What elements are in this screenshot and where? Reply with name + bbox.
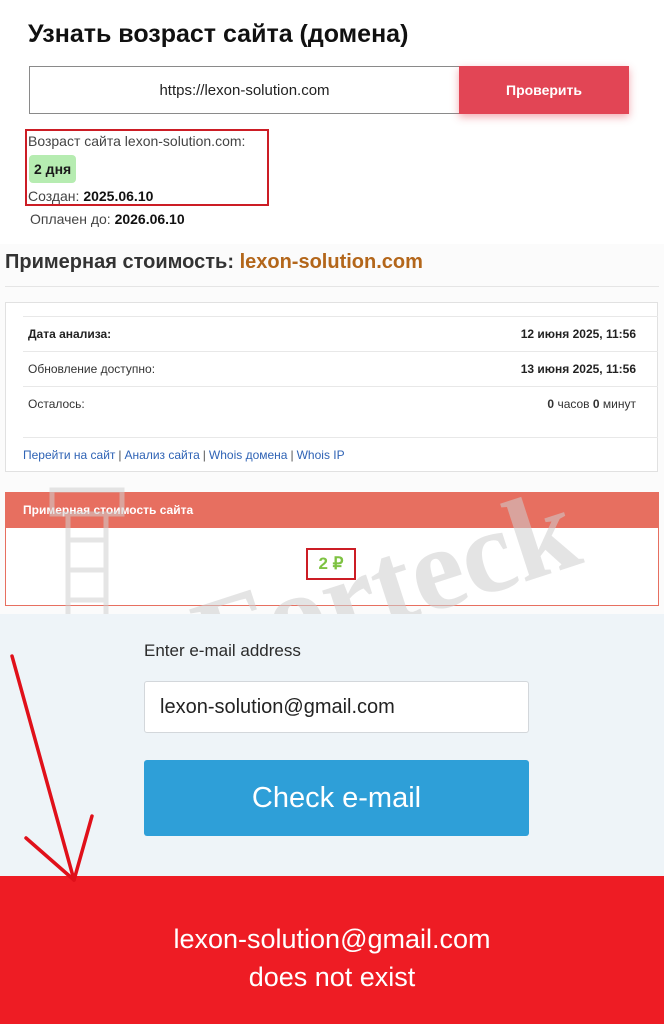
remaining-minutes: 0: [592, 397, 600, 411]
cost-heading-domain: lexon-solution.com: [239, 251, 423, 273]
paid-line: Оплачен до: 2026.06.10: [30, 211, 185, 227]
remaining-hours: 0: [547, 397, 555, 411]
update-value: 13 июня 2025, 11:56: [520, 362, 636, 376]
email-check-section: [0, 614, 664, 876]
age-label: Возраст сайта lexon-solution.com:: [28, 133, 246, 149]
created-value: 2025.06.10: [83, 188, 154, 204]
cost-heading-colon: :: [227, 251, 234, 273]
remaining-value: 0 часов 0 минут: [547, 397, 636, 411]
page-title: Узнать возраст сайта (домена): [28, 20, 409, 48]
email-label: Enter e-mail address: [144, 641, 301, 660]
link-whois-ip[interactable]: Whois IP: [297, 448, 345, 462]
email-result-banner: lexon-solution@gmail.com does not exist: [0, 876, 664, 1024]
email-input[interactable]: [144, 681, 529, 733]
analysis-date-label: Дата анализа:: [28, 327, 112, 341]
link-separator: |: [118, 448, 122, 462]
paid-label: Оплачен до:: [30, 211, 111, 227]
result-status: does not exist: [248, 962, 416, 992]
link-separator: |: [290, 448, 294, 462]
analysis-table: Дата анализа: 12 июня 2025, 11:56 Обновл…: [5, 302, 658, 472]
cost-heading: Примерная стоимость: lexon-solution.com: [5, 251, 423, 274]
price-value: 2 ₽: [306, 548, 356, 580]
divider: [23, 437, 658, 438]
link-whois-domain[interactable]: Whois домена: [209, 448, 288, 462]
paid-value: 2026.06.10: [114, 211, 185, 227]
result-email: lexon-solution@gmail.com: [173, 924, 491, 954]
created-label: Создан:: [28, 188, 80, 204]
remaining-minutes-unit: минут: [602, 397, 636, 411]
link-site-analysis[interactable]: Анализ сайта: [125, 448, 200, 462]
domain-url-value: https://lexon-solution.com: [159, 81, 330, 99]
check-email-button[interactable]: Check e-mail: [144, 760, 529, 836]
divider: [5, 286, 659, 287]
age-badge: 2 дня: [29, 155, 77, 183]
domain-url-input[interactable]: https://lexon-solution.com: [29, 66, 459, 114]
cost-heading-prefix: Примерная стоимость: [5, 251, 228, 273]
divider: [23, 386, 658, 387]
links-row: Перейти на сайт | Анализ сайта | Whois домен…: [23, 448, 345, 462]
analysis-date-value: 12 июня 2025, 11:56: [520, 327, 636, 341]
check-button[interactable]: Проверить: [459, 66, 629, 114]
created-line: Создан: 2025.06.10: [28, 188, 153, 204]
link-go-to-site[interactable]: Перейти на сайт: [23, 448, 115, 462]
divider: [23, 351, 658, 352]
remaining-label: Осталось:: [28, 397, 85, 411]
link-separator: |: [202, 448, 206, 462]
price-header: Примерная стоимость сайта: [5, 492, 659, 528]
remaining-hours-unit: часов: [557, 397, 590, 411]
divider: [23, 316, 658, 317]
update-label: Обновление доступно:: [28, 362, 156, 376]
